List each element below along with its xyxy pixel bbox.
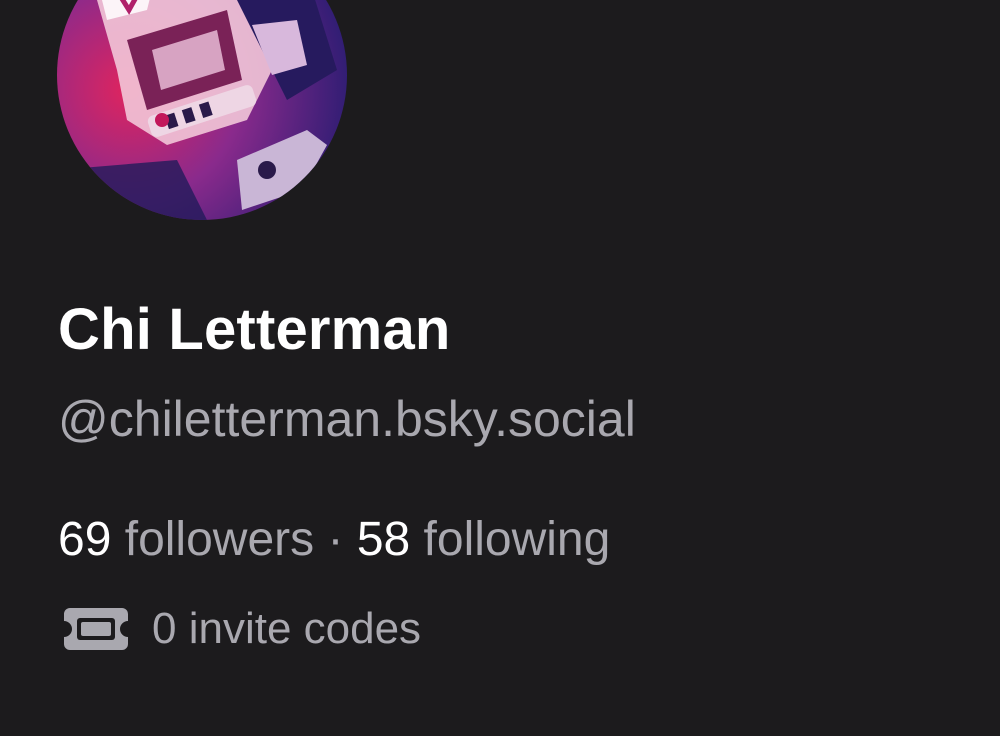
followers-label: followers [124, 513, 315, 566]
ticket-icon [64, 608, 128, 650]
invite-codes-label: 0 invite codes [152, 604, 422, 653]
followers-link[interactable]: 69 followers [58, 513, 327, 566]
profile-header: Chi Letterman @chiletterman.bsky.social … [0, 0, 1000, 736]
following-count: 58 [356, 513, 411, 566]
stats-separator: · [327, 513, 344, 566]
following-label: following [423, 513, 611, 566]
follow-stats: 69 followers · 58 following [58, 512, 610, 567]
display-name: Chi Letterman [58, 297, 451, 362]
followers-count: 69 [58, 513, 112, 566]
invite-codes-button[interactable]: 0 invite codes [62, 604, 421, 654]
following-link[interactable]: 58 following [357, 513, 611, 566]
avatar[interactable] [57, 0, 347, 220]
user-handle: @chiletterman.bsky.social [58, 391, 636, 447]
